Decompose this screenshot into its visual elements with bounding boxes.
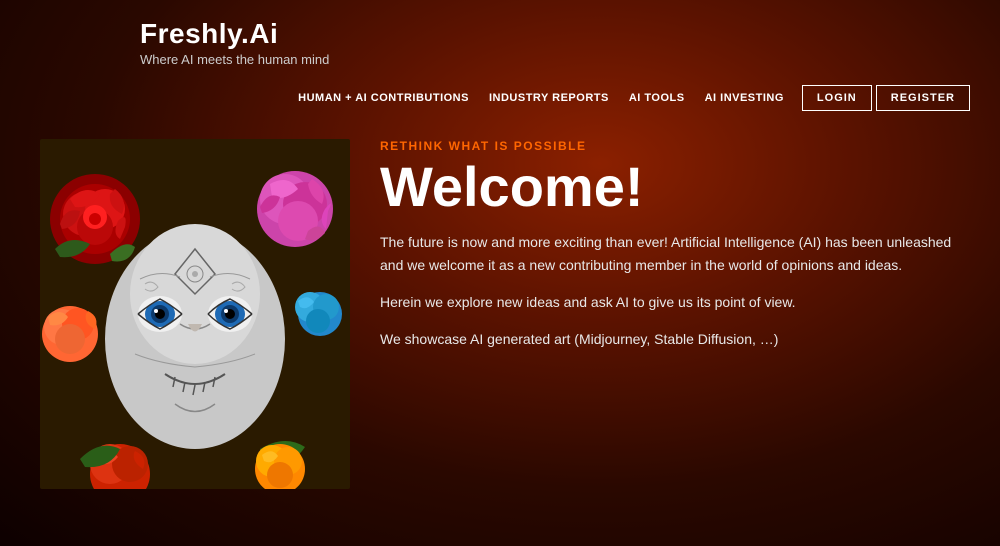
content-wrapper: Freshly.Ai Where AI meets the human mind… (0, 0, 1000, 546)
site-title: Freshly.Ai (140, 18, 970, 50)
hero-text: RETHINK WHAT IS POSSIBLE Welcome! The fu… (380, 139, 960, 365)
login-button[interactable]: LOGIN (802, 85, 872, 111)
nav-industry-reports[interactable]: INDUSTRY REPORTS (481, 88, 617, 108)
nav-buttons: LOGIN REGISTER (802, 85, 970, 111)
hero-image (40, 139, 350, 489)
nav-human-ai[interactable]: HUMAN + AI CONTRIBUTIONS (290, 88, 477, 108)
header: Freshly.Ai Where AI meets the human mind (0, 0, 1000, 77)
main-area: RETHINK WHAT IS POSSIBLE Welcome! The fu… (0, 129, 1000, 489)
hero-image-container (40, 139, 350, 489)
site-tagline: Where AI meets the human mind (140, 52, 970, 67)
hero-paragraph-2: Herein we explore new ideas and ask AI t… (380, 291, 960, 314)
hero-paragraph-3: We showcase AI generated art (Midjourney… (380, 328, 960, 351)
register-button[interactable]: REGISTER (876, 85, 970, 111)
nav-ai-tools[interactable]: AI TOOLS (621, 88, 693, 108)
hero-paragraph-1: The future is now and more exciting than… (380, 231, 960, 277)
nav-links: HUMAN + AI CONTRIBUTIONS INDUSTRY REPORT… (290, 88, 792, 108)
navigation: HUMAN + AI CONTRIBUTIONS INDUSTRY REPORT… (0, 77, 1000, 119)
welcome-heading: Welcome! (380, 159, 960, 215)
eyebrow-text: RETHINK WHAT IS POSSIBLE (380, 139, 960, 153)
nav-ai-investing[interactable]: AI INVESTING (697, 88, 792, 108)
